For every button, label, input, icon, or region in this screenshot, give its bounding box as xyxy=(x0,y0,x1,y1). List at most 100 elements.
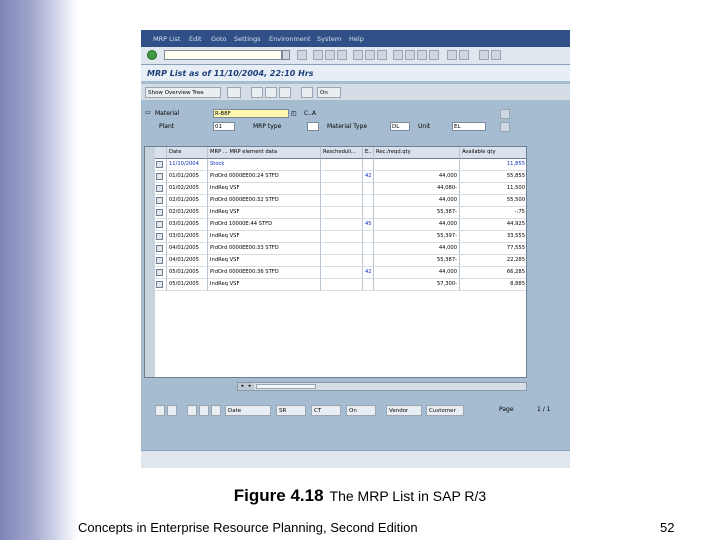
pegging-icon[interactable] xyxy=(265,87,277,98)
document-icon[interactable] xyxy=(156,161,163,168)
row-detail-icon[interactable] xyxy=(155,219,167,231)
header-details-icon[interactable] xyxy=(500,109,510,119)
filter-icon[interactable] xyxy=(251,87,263,98)
next-page-icon[interactable] xyxy=(417,50,427,60)
command-field[interactable] xyxy=(164,50,282,60)
table-row[interactable]: 02/01/2005 IndReq VSF 55,387- -:75 xyxy=(155,207,526,219)
table-row[interactable]: 03/01/2005 IndReq VSF 55,397- 33,555 xyxy=(155,231,526,243)
cell-exc[interactable] xyxy=(363,207,374,219)
document-icon[interactable] xyxy=(156,281,163,288)
mrp-type-field[interactable] xyxy=(307,122,319,131)
first-page-icon[interactable] xyxy=(393,50,403,60)
last-page-icon[interactable] xyxy=(429,50,439,60)
shortcut-icon[interactable] xyxy=(459,50,469,60)
bottom-on-button[interactable]: On xyxy=(346,405,376,416)
cell-exc[interactable]: 42 xyxy=(363,267,374,279)
menu-settings[interactable]: Settings xyxy=(234,35,261,43)
enter-check-icon[interactable] xyxy=(147,50,157,60)
show-overview-tree-button[interactable]: Show Overview Tree xyxy=(145,87,221,98)
document-icon[interactable] xyxy=(156,245,163,252)
previous-page-icon[interactable] xyxy=(405,50,415,60)
cell-exc[interactable]: 42 xyxy=(363,171,374,183)
find-icon[interactable] xyxy=(365,50,375,60)
row-detail-icon[interactable] xyxy=(155,183,167,195)
scroll-left-arrow-icon[interactable]: ◂ xyxy=(238,383,246,390)
document-icon[interactable] xyxy=(156,173,163,180)
customer-button[interactable]: Customer xyxy=(426,405,464,416)
find-next-icon[interactable] xyxy=(377,50,387,60)
menu-help[interactable]: Help xyxy=(349,35,364,43)
print-icon[interactable] xyxy=(353,50,363,60)
material-field[interactable]: R-B8F xyxy=(213,109,289,118)
exit-icon[interactable] xyxy=(325,50,335,60)
row-detail-icon[interactable] xyxy=(155,231,167,243)
document-icon[interactable] xyxy=(156,209,163,216)
scrollbar-thumb[interactable] xyxy=(256,384,316,389)
table-row[interactable]: 01/01/2005 PldOrd 0000EE00:24 STFD 42 44,00… xyxy=(155,171,526,183)
date-button[interactable]: Date xyxy=(225,405,271,416)
chart-icon[interactable] xyxy=(211,405,221,416)
scroll-right-arrow-icon[interactable]: ▸ xyxy=(246,383,254,390)
table-row[interactable]: 11/10/2004 Stock 11,855 xyxy=(155,159,526,171)
menu-edit[interactable]: Edit xyxy=(189,35,202,43)
menu-goto[interactable]: Goto xyxy=(211,35,227,43)
save-icon[interactable] xyxy=(297,50,307,60)
document-icon[interactable] xyxy=(156,197,163,204)
edit-pencil-icon[interactable] xyxy=(167,405,177,416)
row-detail-icon[interactable] xyxy=(155,267,167,279)
row-detail-icon[interactable] xyxy=(155,243,167,255)
menu-environment[interactable]: Environment xyxy=(269,35,311,43)
document-icon[interactable] xyxy=(156,233,163,240)
table-row[interactable]: 05/01/2005 IndReq VSF 57,300- 8,885 xyxy=(155,279,526,291)
help-icon[interactable] xyxy=(479,50,489,60)
sr-button[interactable]: SR xyxy=(276,405,306,416)
row-detail-icon[interactable] xyxy=(155,255,167,267)
cell-exc[interactable] xyxy=(363,255,374,267)
row-detail-icon[interactable] xyxy=(155,195,167,207)
cancel-icon[interactable] xyxy=(337,50,347,60)
cell-exc[interactable] xyxy=(363,243,374,255)
document-icon[interactable] xyxy=(156,257,163,264)
transfer-icon[interactable] xyxy=(199,405,209,416)
document-icon[interactable] xyxy=(156,269,163,276)
table-row[interactable]: 05/01/2005 PldOrd 0000EE00:36 STFD 42 44,00… xyxy=(155,267,526,279)
table-row[interactable]: 02/01/2005 PldOrd 0000EE00:32 STFD 44,000 5… xyxy=(155,195,526,207)
cell-exc[interactable] xyxy=(363,195,374,207)
table-row[interactable]: 04/01/2005 IndReq VSF 55,387- 22,285 xyxy=(155,255,526,267)
row-detail-icon[interactable] xyxy=(155,171,167,183)
vendor-button[interactable]: Vendor xyxy=(386,405,422,416)
column-header-exception[interactable]: E.. xyxy=(363,147,374,159)
command-dropdown-icon[interactable] xyxy=(282,50,290,60)
layout-menu-icon[interactable] xyxy=(491,50,501,60)
cell-exc[interactable] xyxy=(363,231,374,243)
document-icon[interactable] xyxy=(156,185,163,192)
row-detail-icon[interactable] xyxy=(155,159,167,171)
new-session-icon[interactable] xyxy=(447,50,457,60)
refresh-icon[interactable] xyxy=(227,87,241,98)
ct-button[interactable]: CT xyxy=(311,405,341,416)
cell-exc[interactable] xyxy=(363,279,374,291)
cell-exc[interactable]: 45 xyxy=(363,219,374,231)
cell-exc[interactable] xyxy=(363,159,374,171)
detail-icon[interactable] xyxy=(279,87,291,98)
column-header-rescheduling[interactable]: Rescheduli... xyxy=(321,147,363,159)
row-detail-icon[interactable] xyxy=(155,207,167,219)
unit-field[interactable]: EL xyxy=(452,122,486,131)
header-edit-icon[interactable] xyxy=(500,122,510,132)
menu-system[interactable]: System xyxy=(317,35,341,43)
planning-icon[interactable] xyxy=(301,87,313,98)
horizontal-scrollbar[interactable]: ◂ ▸ xyxy=(237,382,527,391)
table-row[interactable]: 03/01/2005 PldOrd 10000E:44 STFD 45 44,000 4… xyxy=(155,219,526,231)
material-type-field[interactable]: DL xyxy=(390,122,410,131)
row-detail-icon[interactable] xyxy=(155,279,167,291)
table-row[interactable]: 04/01/2005 PldOrd 0000EE00:33 STFD 44,000 7… xyxy=(155,243,526,255)
column-header-available-qty[interactable]: Available qty xyxy=(460,147,526,159)
document-icon[interactable] xyxy=(156,221,163,228)
back-icon[interactable] xyxy=(313,50,323,60)
on-button[interactable]: On xyxy=(317,87,341,98)
plant-field[interactable]: 01 xyxy=(213,122,235,131)
material-search-icon[interactable]: ◰ xyxy=(291,110,297,117)
display-icon[interactable] xyxy=(187,405,197,416)
column-header-rec-reqd-qty[interactable]: Rec./reqd.qty xyxy=(374,147,460,159)
menu-mrp-list[interactable]: MRP List xyxy=(153,35,180,43)
